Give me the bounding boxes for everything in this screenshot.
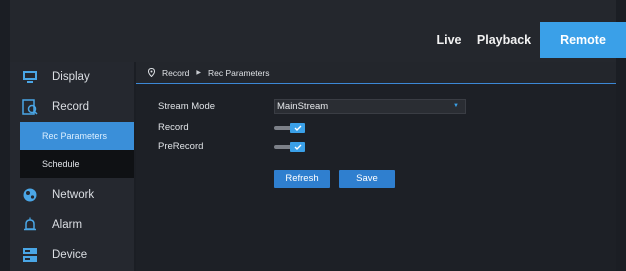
alarm-bell-icon xyxy=(22,217,38,233)
sidebar-item-device[interactable]: Device xyxy=(10,240,134,270)
breadcrumb-part[interactable]: Record xyxy=(162,68,189,78)
top-nav-bar: Live Playback Remote Setting xyxy=(10,0,626,83)
storage-device-icon xyxy=(22,247,38,263)
sidebar-item-record[interactable]: Record xyxy=(10,92,134,122)
check-icon xyxy=(290,123,305,133)
record-icon xyxy=(22,99,38,115)
stream-mode-label: Stream Mode xyxy=(158,101,216,112)
prerecord-toggle[interactable] xyxy=(274,142,308,152)
stream-mode-select[interactable]: MainStream ▼ xyxy=(274,99,466,114)
breadcrumb-part: Rec Parameters xyxy=(208,67,270,78)
save-button[interactable]: Save xyxy=(339,170,395,188)
tab-remote-setting[interactable]: Remote Setting xyxy=(540,22,626,83)
tab-playback[interactable]: Playback xyxy=(472,22,536,58)
sidebar-item-label: Display xyxy=(52,71,90,83)
stream-mode-value: MainStream xyxy=(277,101,329,112)
sidebar-item-label: Device xyxy=(52,249,88,261)
refresh-button[interactable]: Refresh xyxy=(274,170,330,188)
sidebar-item-label: Alarm xyxy=(52,219,83,231)
record-toggle[interactable] xyxy=(274,123,308,133)
location-pin-icon xyxy=(148,68,155,77)
sidebar-subitem-rec-parameters[interactable]: Rec Parameters xyxy=(20,122,134,150)
sidebar-item-alarm[interactable]: Alarm xyxy=(10,210,134,240)
sidebar-subitem-schedule[interactable]: Schedule xyxy=(20,150,134,178)
globe-icon xyxy=(22,187,38,203)
check-icon xyxy=(290,142,305,152)
breadcrumb: Record ▶ Rec Parameters xyxy=(136,62,616,84)
breadcrumb-separator-icon: ▶ xyxy=(196,70,202,76)
prerecord-label: PreRecord xyxy=(158,141,204,152)
sidebar: Display Record Rec Parameters Schedule N… xyxy=(10,62,134,271)
monitor-icon xyxy=(22,69,38,85)
tab-live[interactable]: Live xyxy=(430,22,468,58)
chevron-down-icon: ▼ xyxy=(453,103,459,109)
sidebar-item-display[interactable]: Display xyxy=(10,62,134,92)
sidebar-item-label: Network xyxy=(52,189,95,201)
sidebar-item-network[interactable]: Network xyxy=(10,180,134,210)
record-label: Record xyxy=(158,122,189,133)
sidebar-item-label: Record xyxy=(52,101,90,113)
main-panel: Record ▶ Rec Parameters Stream Mode Main… xyxy=(136,62,616,271)
